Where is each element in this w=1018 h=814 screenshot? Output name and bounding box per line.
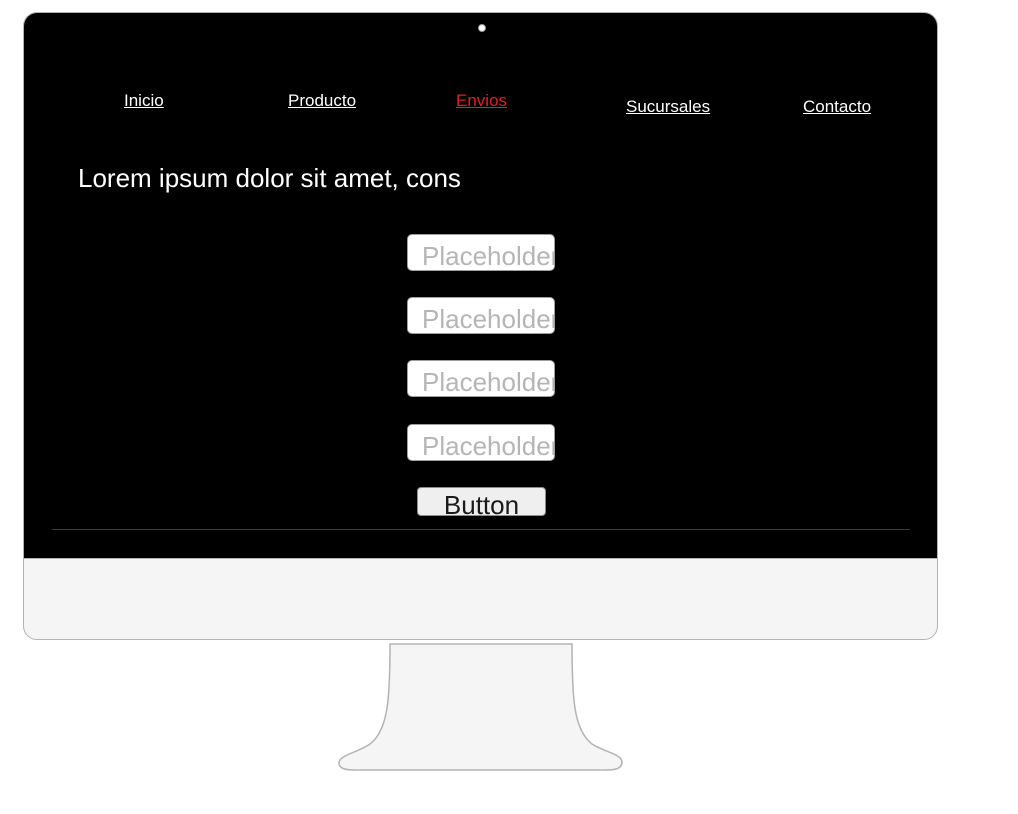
page-headline: Lorem ipsum dolor sit amet, cons	[78, 163, 461, 193]
monitor-screen: Inicio Producto Envios Sucursales Contac…	[24, 13, 937, 559]
form-input-2[interactable]	[407, 297, 555, 334]
nav-link-producto[interactable]: Producto	[288, 91, 356, 111]
nav-link-contacto[interactable]: Contacto	[803, 97, 871, 117]
monitor-frame: Inicio Producto Envios Sucursales Contac…	[23, 12, 938, 640]
nav-link-sucursales[interactable]: Sucursales	[626, 97, 710, 117]
nav-link-inicio[interactable]: Inicio	[124, 91, 164, 111]
desktop-monitor-mockup: Inicio Producto Envios Sucursales Contac…	[0, 0, 1018, 814]
divider	[52, 529, 910, 530]
nav-link-envios[interactable]: Envios	[456, 91, 507, 111]
camera-icon	[478, 24, 486, 32]
submit-button[interactable]: Button	[417, 487, 546, 516]
form-input-4[interactable]	[407, 424, 555, 461]
form-input-1[interactable]	[407, 234, 555, 271]
form-input-3[interactable]	[407, 360, 555, 397]
